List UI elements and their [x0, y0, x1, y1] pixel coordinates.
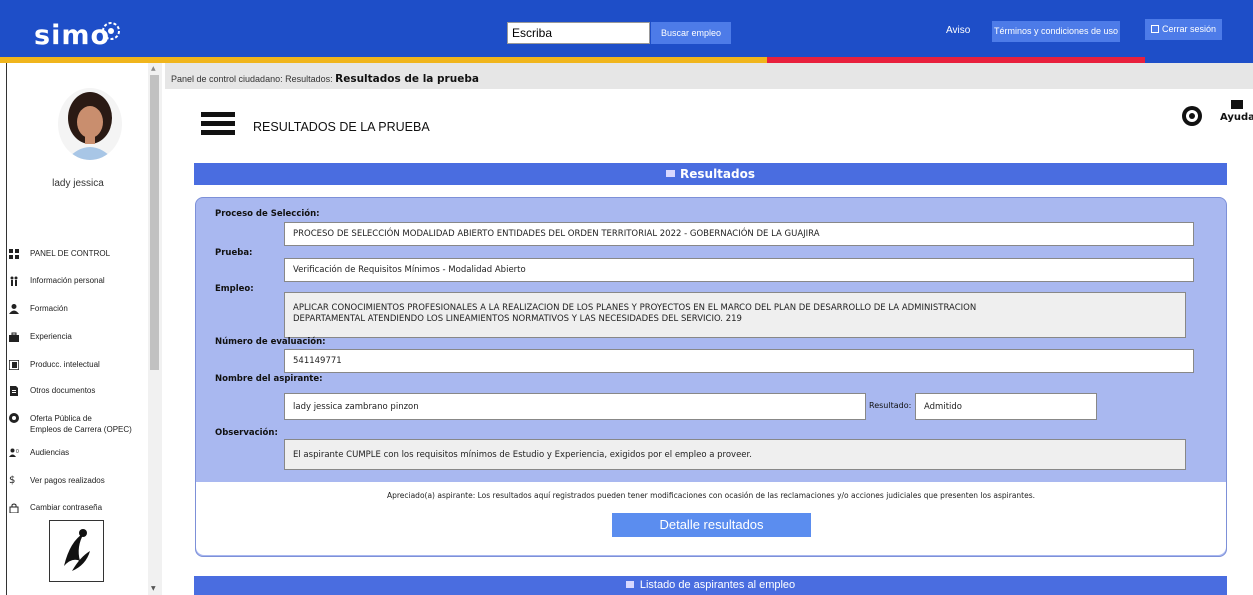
- list-square-icon: [666, 170, 675, 177]
- sidebar-item-label: Formación: [30, 304, 68, 313]
- terms-button[interactable]: Términos y condiciones de uso: [992, 21, 1120, 42]
- applicants-list-header[interactable]: Listado de aspirantes al empleo: [194, 576, 1227, 595]
- cnsc-logo: [49, 520, 104, 582]
- briefcase-icon: [9, 332, 19, 342]
- help-label[interactable]: Ayuda: [1220, 112, 1253, 123]
- nombre-field: lady jessica zambrano pinzon: [284, 393, 866, 420]
- prueba-label: Prueba:: [215, 248, 253, 258]
- nombre-label: Nombre del aspirante:: [215, 374, 323, 384]
- logo-gear-icon: [102, 22, 120, 40]
- simo-page: SIMO Buscar empleo Aviso Términos y cond…: [0, 0, 1253, 595]
- scroll-up-icon[interactable]: ▲: [151, 65, 156, 72]
- search-button[interactable]: Buscar empleo: [651, 22, 731, 44]
- breadcrumb-prefix: Panel de control ciudadano: Resultados:: [171, 74, 333, 84]
- avatar: [58, 88, 122, 160]
- empleo-line-1: APLICAR CONOCIMIENTOS PROFESIONALES A LA…: [293, 303, 977, 313]
- empleo-field: APLICAR CONOCIMIENTOS PROFESIONALES A LA…: [284, 292, 1186, 338]
- list-square-icon: [625, 581, 634, 588]
- sidebar-item-label: Producc. intelectual: [30, 360, 100, 369]
- observacion-label: Observación:: [215, 428, 278, 438]
- dashboard-icon: [9, 248, 19, 259]
- prueba-field: Verificación de Requisitos Mínimos - Mod…: [284, 258, 1194, 282]
- observacion-field: El aspirante CUMPLE con los requisitos m…: [284, 439, 1186, 470]
- breadcrumb-current: Resultados de la prueba: [335, 73, 479, 85]
- hamburger-menu-icon[interactable]: [201, 112, 235, 144]
- svg-text:0: 0: [16, 449, 19, 455]
- sidebar-item-label: Ver pagos realizados: [30, 476, 105, 485]
- results-header: Resultados: [194, 163, 1227, 185]
- logout-button[interactable]: Cerrar sesión: [1145, 19, 1222, 40]
- proceso-field: PROCESO DE SELECCIÓN MODALIDAD ABIERTO E…: [284, 222, 1194, 246]
- book-icon: [9, 359, 19, 370]
- video-icon[interactable]: [1231, 100, 1243, 109]
- sidebar-item-produccion[interactable]: Producc. intelectual: [9, 359, 100, 370]
- globe-icon: [9, 413, 19, 423]
- results-notice: Apreciado(a) aspirante: Los resultados a…: [386, 491, 1036, 500]
- resultado-field: Admitido: [915, 393, 1097, 420]
- simo-logo[interactable]: SIMO: [34, 20, 110, 51]
- sidebar-scroll-thumb[interactable]: [150, 75, 159, 370]
- empleo-label: Empleo:: [215, 284, 254, 294]
- sidebar-item-otros[interactable]: Otros documentos: [10, 385, 96, 396]
- sidebar-item-formacion[interactable]: Formación: [9, 303, 68, 314]
- page-title: RESULTADOS DE LA PRUEBA: [253, 120, 430, 134]
- username: lady jessica: [52, 178, 104, 189]
- list-header-label: Listado de aspirantes al empleo: [639, 579, 796, 591]
- logout-label: Cerrar sesión: [1161, 24, 1217, 34]
- resultado-label: Resultado:: [869, 401, 912, 410]
- logout-icon: [1150, 25, 1159, 33]
- sidebar-item-personal[interactable]: Información personal: [10, 275, 105, 286]
- results-header-label: Resultados: [680, 167, 755, 181]
- lock-icon: [9, 503, 19, 513]
- numero-label: Número de evaluación:: [215, 337, 326, 347]
- document-icon: [10, 385, 18, 396]
- aviso-link[interactable]: Aviso: [946, 22, 970, 40]
- sidebar-item-label: Información personal: [30, 276, 105, 285]
- sidebar-item-panel[interactable]: PANEL DE CONTROL: [9, 248, 111, 259]
- breadcrumb: Panel de control ciudadano: Resultados: …: [171, 73, 479, 85]
- sidebar-item-label: Oferta Pública de: [30, 414, 92, 423]
- top-bar: SIMO Buscar empleo Aviso Términos y cond…: [0, 0, 1253, 57]
- detail-results-button[interactable]: Detalle resultados: [612, 513, 811, 537]
- empleo-line-2: DEPARTAMENTAL ATENDIENDO LOS LINEAMIENTO…: [293, 314, 742, 324]
- audience-icon: 0: [9, 448, 19, 457]
- sidebar-item-audiencias[interactable]: 0 Audiencias: [9, 447, 70, 458]
- numero-field: 541149771: [284, 349, 1194, 373]
- sidebar-item-label-2: Empleos de Carrera (OPEC): [30, 425, 132, 434]
- sidebar-item-label: Otros documentos: [30, 386, 96, 395]
- sidebar-item-label: Experiencia: [30, 332, 72, 341]
- sidebar-item-label: PANEL DE CONTROL: [30, 249, 111, 258]
- proceso-label: Proceso de Selección:: [215, 209, 320, 219]
- sidebar-item-label: Cambiar contraseña: [30, 503, 103, 512]
- sidebar-item-experiencia[interactable]: Experiencia: [9, 331, 72, 342]
- dollar-icon: $: [9, 474, 16, 486]
- sidebar-item-label: Audiencias: [30, 448, 70, 457]
- people-icon: [10, 276, 18, 286]
- left-edge: [0, 63, 7, 595]
- sidebar-item-pagos[interactable]: $ Ver pagos realizados: [9, 475, 105, 486]
- search-input[interactable]: [507, 22, 650, 44]
- help-icon[interactable]: [1182, 106, 1202, 126]
- scroll-down-icon[interactable]: ▼: [151, 585, 156, 592]
- sidebar-item-password[interactable]: Cambiar contraseña: [9, 502, 103, 513]
- sidebar-item-opec[interactable]: Oferta Pública de Empleos de Carrera (OP…: [9, 413, 132, 435]
- graduation-icon: [9, 303, 19, 314]
